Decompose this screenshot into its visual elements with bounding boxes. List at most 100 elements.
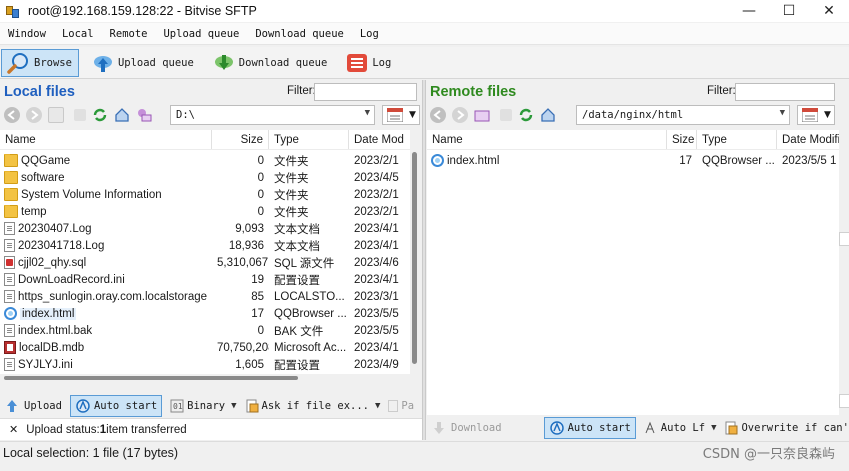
local-path-input[interactable]: D:\ ▼ <box>170 105 375 125</box>
local-file-row[interactable]: temp 0 文件夹 2023/2/1 <box>0 203 410 220</box>
col-name[interactable]: Name <box>427 130 667 149</box>
menu-download-queue[interactable]: Download queue <box>247 28 352 40</box>
browse-button[interactable]: Browse <box>1 48 79 77</box>
stop-icon[interactable] <box>500 109 512 121</box>
forward-icon[interactable] <box>26 107 42 123</box>
bookmark-icon[interactable] <box>136 107 152 123</box>
local-file-row[interactable]: index.html 17 QQBrowser ... 2023/5/5 <box>0 305 410 322</box>
menu-remote[interactable]: Remote <box>102 28 156 40</box>
maximize-button[interactable]: ☐ <box>769 0 809 22</box>
local-files-title: Local files <box>4 84 75 100</box>
window-title: root@192.168.159.128:22 - Bitvise SFTP <box>28 4 257 18</box>
new-folder-icon[interactable] <box>474 107 490 123</box>
local-file-row[interactable]: cjjl02_qhy.sql 5,310,067 SQL 源文件 2023/4/6 <box>0 254 410 271</box>
local-file-row[interactable]: SYJLYJ.ini 1,605 配置设置 2023/4/9 <box>0 356 410 373</box>
local-file-row[interactable]: DownLoadRecord.ini 19 配置设置 2023/4/1 <box>0 271 410 288</box>
file-size: 1,605 <box>235 358 264 371</box>
file-exists-icon <box>246 399 259 413</box>
chevron-down-icon[interactable]: ▼ <box>375 401 380 411</box>
local-filter-input[interactable] <box>314 83 417 101</box>
download-button[interactable]: Download <box>427 417 506 439</box>
menu-bar: Window Local Remote Upload queue Downloa… <box>0 23 849 45</box>
local-hscroll-thumb[interactable] <box>4 376 298 380</box>
doc-icon <box>4 358 15 371</box>
binary-mode-button[interactable]: 01 Binary <box>166 395 229 417</box>
upload-cloud-icon <box>93 55 112 72</box>
doc-icon <box>4 324 15 337</box>
remote-view-mode-button[interactable]: ▼ <box>797 105 835 125</box>
local-file-row[interactable]: index.html.bak 0 BAK 文件 2023/5/5 <box>0 322 410 339</box>
chevron-down-icon[interactable]: ▼ <box>365 108 370 118</box>
home-icon[interactable] <box>540 107 556 123</box>
magnifier-icon <box>7 52 28 74</box>
binary-icon: 01 <box>170 399 184 413</box>
stop-icon[interactable] <box>74 109 86 121</box>
remote-file-list[interactable]: Name Size Type Date Modifi index.html 17 Q… <box>427 130 839 415</box>
log-button[interactable]: Log <box>341 49 397 77</box>
refresh-icon[interactable] <box>92 107 108 123</box>
file-name: temp <box>21 205 47 218</box>
remote-filter-input[interactable] <box>735 83 835 101</box>
local-file-row[interactable]: QQGame 0 文件夹 2023/2/1 <box>0 152 410 169</box>
refresh-icon[interactable] <box>518 107 534 123</box>
local-file-row[interactable]: software 0 文件夹 2023/4/5 <box>0 169 410 186</box>
local-file-list[interactable]: Name Size Type Date Mod ^ QQGame 0 文件夹 2023… <box>0 130 410 374</box>
mdb-icon <box>4 341 16 354</box>
file-size: 0 <box>257 324 264 337</box>
col-type[interactable]: Type <box>697 130 777 149</box>
local-file-row[interactable]: https_sunlogin.oray.com.localstorage 85 LO… <box>0 288 410 305</box>
remote-file-row[interactable]: index.html 17 QQBrowser ... 2023/5/5 1 <box>427 152 839 169</box>
menu-log[interactable]: Log <box>352 28 387 40</box>
local-file-row[interactable]: 2023041718.Log 18,936 文本文档 2023/4/1 <box>0 237 410 254</box>
local-view-mode-button[interactable]: ▼ <box>382 105 420 125</box>
menu-upload-queue[interactable]: Upload queue <box>155 28 247 40</box>
back-icon[interactable] <box>4 107 20 123</box>
forward-icon[interactable] <box>452 107 468 123</box>
upload-queue-label: Upload queue <box>117 56 194 69</box>
menu-local[interactable]: Local <box>54 28 102 40</box>
local-filter-label: Filter: <box>287 85 316 97</box>
minimize-button[interactable]: — <box>729 0 769 22</box>
local-vscroll-thumb[interactable] <box>412 152 417 364</box>
chevron-down-icon[interactable]: ▼ <box>231 401 236 411</box>
local-horizontal-scrollbar[interactable] <box>0 374 410 382</box>
auto-lf-button[interactable]: Auto Lf <box>640 417 709 439</box>
remote-auto-start-toggle[interactable]: Auto start <box>543 417 636 439</box>
menu-window[interactable]: Window <box>0 28 54 40</box>
local-file-row[interactable]: System Volume Information 0 文件夹 2023/2/1 <box>0 186 410 203</box>
close-icon[interactable]: ✕ <box>9 423 18 436</box>
local-file-row[interactable]: 20230407.Log 9,093 文本文档 2023/4/1 <box>0 220 410 237</box>
download-queue-label: Download queue <box>238 56 328 69</box>
pane-splitter[interactable] <box>422 80 426 440</box>
new-folder-icon[interactable] <box>48 107 64 123</box>
chevron-down-icon[interactable]: ▼ <box>711 423 716 433</box>
col-size[interactable]: Size <box>212 130 269 149</box>
home-icon[interactable] <box>114 107 130 123</box>
file-date: 2023/4/9 <box>354 358 399 371</box>
overwrite-icon <box>725 421 738 435</box>
upload-button[interactable]: Upload <box>0 395 66 417</box>
ask-if-file-exists-button[interactable]: Ask if file ex... <box>241 395 373 417</box>
col-name[interactable]: Name <box>0 130 212 149</box>
download-queue-button[interactable]: Download queue <box>208 49 334 77</box>
side-tab[interactable] <box>839 232 849 246</box>
col-date[interactable]: Date Modifi <box>777 130 839 149</box>
col-date[interactable]: Date Mod <box>349 130 410 149</box>
col-size[interactable]: Size <box>667 130 697 149</box>
main-toolbar: Browse Upload queue Download queue Log <box>0 47 849 79</box>
local-vertical-scrollbar[interactable] <box>411 130 419 374</box>
remote-list-header: Name Size Type Date Modifi <box>427 130 839 150</box>
local-auto-start-toggle[interactable]: Auto start <box>69 395 163 417</box>
back-icon[interactable] <box>430 107 446 123</box>
overwrite-button[interactable]: Overwrite if can't re <box>720 417 849 439</box>
col-type[interactable]: Type <box>269 130 349 149</box>
upload-queue-button[interactable]: Upload queue <box>87 49 200 77</box>
file-size: 9,093 <box>235 222 264 235</box>
close-button[interactable]: ✕ <box>809 0 849 22</box>
chevron-down-icon[interactable]: ▼ <box>780 108 785 118</box>
local-file-row[interactable]: localDB.mdb 70,750,208 Microsoft Ac... 2023… <box>0 339 410 356</box>
file-size: 0 <box>257 205 264 218</box>
remote-path-input[interactable]: /data/nginx/html ▼ <box>576 105 790 125</box>
side-tab[interactable] <box>839 394 849 408</box>
pause-button[interactable]: Pa <box>384 395 418 417</box>
